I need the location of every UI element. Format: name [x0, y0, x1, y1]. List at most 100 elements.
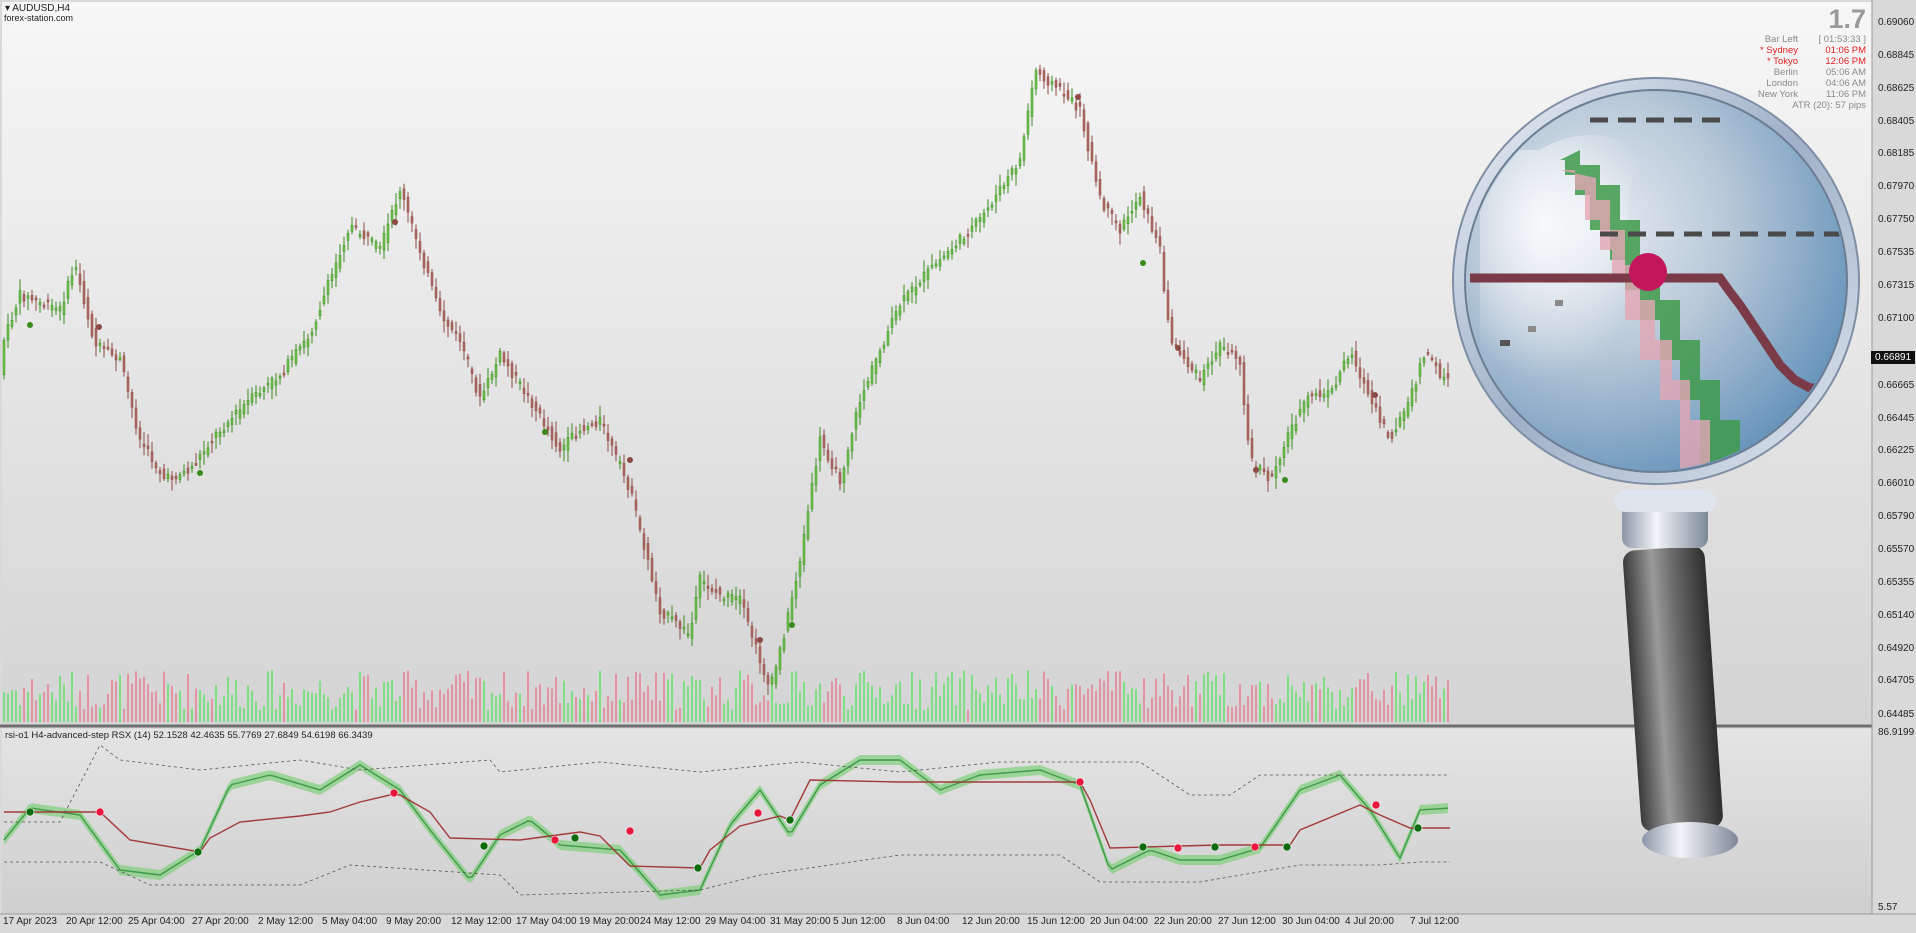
signal-marker	[96, 324, 102, 330]
volume-bar	[911, 671, 913, 722]
candle-body	[222, 430, 226, 433]
price-label: 0.65790	[1878, 511, 1915, 522]
candle-body	[82, 281, 86, 305]
candle-body	[90, 314, 94, 337]
time-label: 4 Jul 20:00	[1345, 916, 1394, 927]
volume-bar	[1067, 688, 1069, 722]
volume-bar	[735, 687, 737, 722]
candle-body	[918, 282, 922, 286]
candle-body	[1330, 388, 1334, 393]
volume-bar	[1191, 707, 1193, 722]
candle-body	[1306, 395, 1310, 408]
candle-body	[30, 295, 34, 301]
indicator-panel[interactable]	[2, 729, 1872, 914]
candle-body	[546, 426, 550, 431]
candle-body	[286, 359, 290, 372]
volume-bar	[519, 693, 521, 722]
volume-bar	[719, 677, 721, 722]
candle-body	[1358, 367, 1362, 379]
candle-body	[1018, 158, 1022, 166]
volume-bar	[119, 674, 121, 722]
candle-body	[750, 625, 754, 638]
candle-body	[1046, 76, 1050, 86]
volume-bar	[967, 709, 969, 722]
volume-bar	[535, 687, 537, 722]
price-label: 0.66010	[1878, 478, 1915, 489]
candle-body	[522, 387, 526, 394]
candle-body	[374, 241, 378, 249]
candle-body	[906, 291, 910, 301]
volume-bar	[987, 685, 989, 722]
candle-body	[850, 434, 854, 452]
candle-body	[570, 432, 574, 439]
candle-body	[1090, 142, 1094, 162]
volume-bar	[19, 705, 21, 722]
volume-bar	[447, 688, 449, 722]
candle-body	[202, 451, 206, 454]
volume-bar	[1063, 709, 1065, 722]
magnifier-cap	[1642, 822, 1738, 858]
candle-body	[758, 646, 762, 664]
candle-body	[1222, 347, 1226, 350]
candle-body	[638, 517, 642, 530]
candle-body	[1074, 102, 1078, 111]
info-row-label: * Sydney	[1759, 45, 1798, 56]
volume-bar	[1151, 697, 1153, 722]
candle-body	[1378, 406, 1382, 423]
volume-bar	[1183, 686, 1185, 722]
volume-bar	[75, 706, 77, 722]
volume-bar	[875, 697, 877, 722]
candle-body	[1438, 363, 1442, 378]
volume-bar	[1371, 691, 1373, 722]
volume-bar	[123, 708, 125, 722]
time-label: 25 Apr 04:00	[128, 916, 185, 927]
chart-canvas[interactable]	[0, 0, 1916, 933]
volume-bar	[47, 684, 49, 722]
candle-body	[942, 255, 946, 259]
volume-bar	[727, 700, 729, 722]
candle-body	[450, 322, 454, 331]
volume-bar	[187, 673, 189, 722]
candle-body	[1318, 390, 1322, 397]
volume-bar	[195, 688, 197, 722]
candle-body	[1414, 384, 1418, 392]
volume-bar	[467, 670, 469, 722]
candle-body	[842, 467, 846, 484]
candle-body	[694, 597, 698, 620]
volume-bar	[1311, 685, 1313, 722]
volume-bar	[771, 686, 773, 722]
volume-bar	[1423, 681, 1425, 722]
info-row-label: Bar Left	[1764, 34, 1798, 45]
volume-bar	[1015, 684, 1017, 722]
candle-body	[398, 191, 402, 200]
candle-body	[1270, 473, 1274, 477]
candle-body	[970, 225, 974, 232]
volume-bar	[711, 686, 713, 722]
candle-body	[1234, 351, 1238, 359]
candle-body	[706, 585, 710, 589]
candle-body	[70, 275, 74, 286]
candle-body	[142, 443, 146, 448]
info-row: Berlin 05:06 AM	[1700, 67, 1870, 78]
volume-bar	[1059, 705, 1061, 722]
volume-bar	[1075, 684, 1077, 722]
volume-bar	[1139, 703, 1141, 722]
volume-bar	[1199, 694, 1201, 722]
candle-body	[98, 343, 102, 346]
candle-body	[78, 273, 82, 285]
candle-body	[1286, 432, 1290, 447]
volume-bar	[723, 703, 725, 722]
volume-bar	[827, 691, 829, 722]
candle-body	[1382, 419, 1386, 425]
candle-body	[1110, 210, 1114, 214]
volume-bar	[539, 684, 541, 722]
mt4-chart-window[interactable]: ▾ AUDUSD,H4 forex-station.com rsi-o1 H4-…	[0, 0, 1916, 933]
candle-body	[330, 274, 334, 282]
candle-body	[226, 422, 230, 427]
candle-body	[590, 423, 594, 426]
volume-bar	[475, 678, 477, 722]
volume-bar	[127, 673, 129, 722]
volume-bar	[703, 699, 705, 722]
volume-bar	[327, 697, 329, 722]
volume-bar	[1379, 700, 1381, 722]
